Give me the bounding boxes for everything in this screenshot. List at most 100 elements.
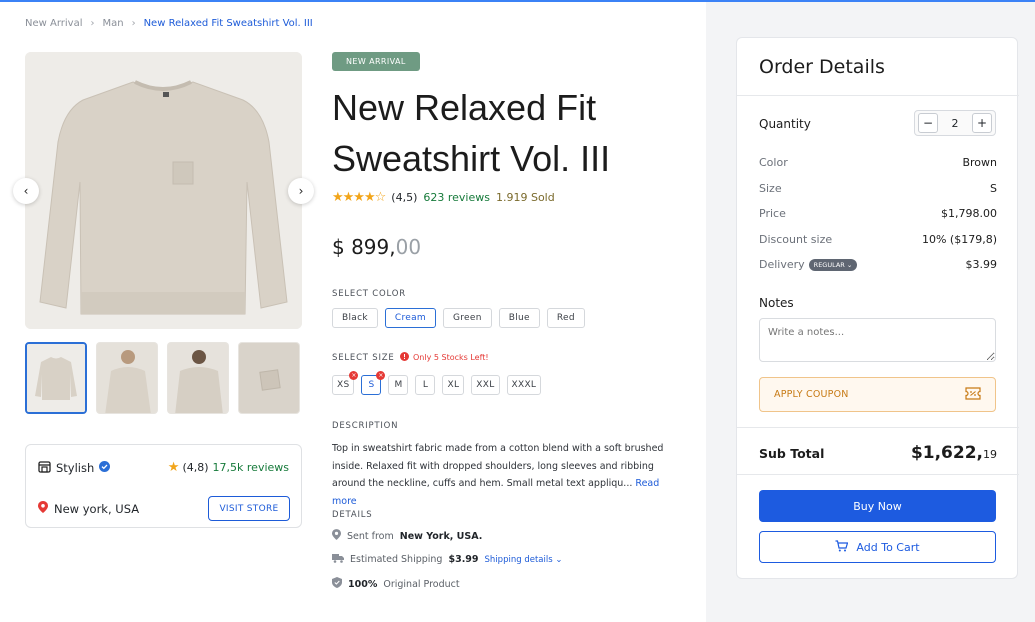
- order-row-value: S: [990, 182, 997, 195]
- location-pin-icon: [38, 501, 48, 516]
- thumbnail-1[interactable]: [25, 342, 87, 414]
- alert-icon: [400, 352, 409, 363]
- color-option-green[interactable]: Green: [442, 308, 492, 328]
- price-decimal: 00: [395, 235, 422, 259]
- subtotal-label: Sub Total: [759, 446, 825, 461]
- visit-store-button[interactable]: VISIT STORE: [208, 496, 290, 521]
- subtotal-row: Sub Total $1,622,19: [759, 443, 997, 463]
- add-to-cart-button[interactable]: Add To Cart: [759, 531, 996, 563]
- subtotal-value: $1,622,19: [911, 443, 997, 463]
- description-line-3: around the neckline, cuffs and hem. Smal…: [332, 478, 633, 489]
- delivery-type-label: REGULAR: [813, 261, 845, 269]
- thumbnail-4[interactable]: [238, 342, 300, 414]
- size-option-xs[interactable]: XS ×: [332, 371, 359, 395]
- detail-sent-from: Sent from New York, USA.: [332, 529, 482, 543]
- truck-icon: [332, 553, 344, 566]
- divider: [737, 95, 1019, 96]
- quantity-decrease-button[interactable]: −: [918, 113, 938, 133]
- original-percent: 100%: [348, 578, 378, 590]
- product-title-line-2: Sweatshirt Vol. III: [332, 138, 611, 179]
- product-sold-count: 1.919 Sold: [495, 191, 555, 204]
- store-name-row: Stylish: [38, 460, 111, 476]
- thumbnail-3[interactable]: [167, 342, 229, 414]
- order-row-key: Discount size: [759, 233, 833, 246]
- shipping-details-label: Shipping details: [484, 554, 553, 565]
- size-option-xxl[interactable]: XXL: [471, 375, 500, 395]
- order-row-color: Color Brown: [759, 156, 997, 169]
- delivery-type-dropdown[interactable]: REGULAR ⌄: [808, 259, 858, 271]
- shipping-price: $3.99: [448, 554, 479, 565]
- thumbnail-strip: [25, 342, 300, 414]
- product-reviews-link[interactable]: 623 reviews: [423, 191, 490, 204]
- breadcrumb-man[interactable]: Man: [102, 18, 123, 29]
- shipping-prefix: Estimated Shipping: [350, 554, 443, 565]
- product-rating-value: (4,5): [391, 191, 418, 204]
- order-row-value: $3.99: [965, 258, 998, 271]
- product-title: New Relaxed Fit Sweatshirt Vol. III: [332, 82, 672, 184]
- product-main-image: [25, 52, 302, 329]
- quantity-increase-button[interactable]: +: [972, 113, 992, 133]
- detail-shipping: Estimated Shipping $3.99 Shipping detail…: [332, 553, 562, 566]
- color-option-blue[interactable]: Blue: [498, 308, 540, 328]
- size-label-xs: XS: [337, 380, 350, 390]
- order-row-size: Size S: [759, 182, 997, 195]
- rating-stars-icon: ★★★★☆: [332, 190, 386, 205]
- store-card: Stylish ★ (4,8) 17,5k reviews New york, …: [25, 444, 302, 528]
- size-option-m[interactable]: M: [388, 375, 409, 395]
- next-image-button[interactable]: ›: [288, 178, 314, 204]
- size-option-s[interactable]: S ×: [361, 371, 386, 395]
- new-arrival-badge: NEW ARRIVAL: [332, 52, 420, 71]
- sweatshirt-image: [25, 52, 302, 329]
- cart-icon: [835, 539, 849, 555]
- store-icon: [38, 460, 51, 476]
- shield-check-icon: [332, 577, 342, 591]
- color-options: Black Cream Green Blue Red: [332, 308, 585, 328]
- sold-out-dot-icon: ×: [376, 371, 386, 380]
- order-row-price: Price $1,798.00: [759, 207, 997, 220]
- quantity-stepper: − 2 +: [914, 110, 996, 136]
- order-row-delivery: Delivery REGULAR ⌄ $3.99: [759, 258, 997, 271]
- description-label: DESCRIPTION: [332, 421, 399, 431]
- breadcrumb-current: New Relaxed Fit Sweatshirt Vol. III: [143, 18, 313, 29]
- price-main: $ 899,: [332, 235, 396, 259]
- notes-input[interactable]: [759, 318, 996, 362]
- chevron-down-icon: ⌄: [846, 261, 853, 269]
- breadcrumb: New Arrival › Man › New Relaxed Fit Swea…: [25, 18, 313, 29]
- size-options: XS × S × M L XL XXL XXXL: [332, 371, 542, 395]
- color-option-red[interactable]: Red: [546, 308, 585, 328]
- color-option-cream[interactable]: Cream: [384, 308, 436, 328]
- size-option-l[interactable]: L: [415, 375, 436, 395]
- store-reviews[interactable]: 17,5k reviews: [213, 461, 289, 474]
- apply-coupon-button[interactable]: APPLY COUPON: [759, 377, 996, 412]
- product-price: $ 899,00: [332, 235, 421, 259]
- detail-original: 100% Original Product: [332, 577, 460, 591]
- color-option-black[interactable]: Black: [332, 308, 378, 328]
- shipping-details-link[interactable]: Shipping details ⌄: [485, 555, 563, 565]
- product-title-line-1: New Relaxed Fit: [332, 87, 597, 128]
- quantity-value[interactable]: 2: [952, 117, 959, 130]
- thumbnail-2[interactable]: [96, 342, 158, 414]
- apply-coupon-label: APPLY COUPON: [774, 389, 849, 400]
- breadcrumb-new-arrival[interactable]: New Arrival: [25, 18, 82, 29]
- store-name[interactable]: Stylish: [56, 461, 94, 475]
- select-size-label: SELECT SIZE: [332, 353, 395, 363]
- notes-label: Notes: [759, 296, 794, 310]
- buy-now-button[interactable]: Buy Now: [759, 490, 996, 522]
- description-line-2: inside. Relaxed fit with dropped shoulde…: [332, 460, 654, 472]
- order-details-card: Order Details Quantity − 2 + Color Brown…: [736, 37, 1019, 579]
- order-row-key: Color: [759, 156, 788, 169]
- quantity-label: Quantity: [759, 117, 811, 131]
- star-icon: ★: [167, 460, 180, 475]
- divider: [737, 427, 1019, 428]
- store-location-row: New york, USA: [38, 501, 139, 516]
- size-option-xl[interactable]: XL: [442, 375, 465, 395]
- order-row-discount: Discount size 10% ($179,8): [759, 233, 997, 246]
- chevron-right-icon: ›: [90, 18, 95, 29]
- order-row-value: 10% ($179,8): [921, 233, 997, 246]
- chevron-right-icon: ›: [131, 18, 136, 29]
- sent-from-value: New York, USA.: [399, 530, 483, 542]
- sold-out-dot-icon: ×: [349, 371, 359, 380]
- order-row-value: Brown: [962, 156, 997, 169]
- size-option-xxxl[interactable]: XXXL: [506, 375, 542, 395]
- prev-image-button[interactable]: ‹: [13, 178, 39, 204]
